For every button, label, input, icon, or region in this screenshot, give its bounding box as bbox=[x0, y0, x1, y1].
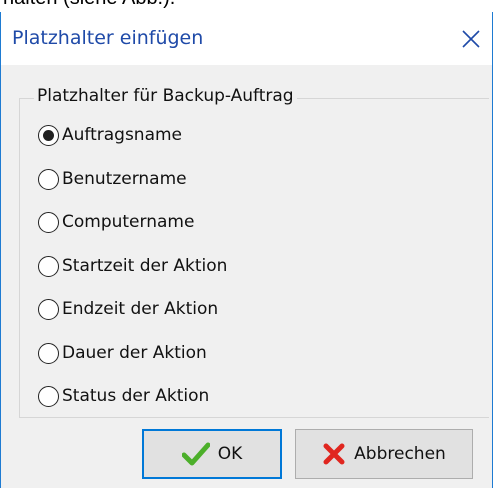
radio-label: Computername bbox=[62, 212, 195, 232]
radio-circle bbox=[38, 124, 59, 146]
radio-circle bbox=[38, 255, 59, 277]
radio-startzeit[interactable]: Startzeit der Aktion bbox=[38, 254, 227, 278]
insert-placeholder-dialog: Platzhalter einfügen Platzhalter für Bac… bbox=[0, 12, 493, 488]
group-label: Platzhalter für Backup-Auftrag bbox=[34, 86, 297, 106]
radio-label: Startzeit der Aktion bbox=[62, 256, 228, 276]
snippet-text: halten (siehe Abb.). bbox=[3, 0, 175, 10]
check-icon bbox=[181, 442, 210, 466]
radio-label: Benutzername bbox=[62, 169, 187, 189]
radio-circle bbox=[38, 298, 59, 320]
radio-circle bbox=[38, 211, 59, 233]
radio-circle bbox=[38, 342, 59, 364]
cancel-label: Abbrechen bbox=[354, 444, 446, 464]
radio-computername[interactable]: Computername bbox=[38, 210, 194, 234]
radio-label: Dauer der Aktion bbox=[62, 343, 207, 363]
radio-selected-dot bbox=[43, 129, 54, 141]
radio-endzeit[interactable]: Endzeit der Aktion bbox=[38, 297, 218, 321]
cancel-button[interactable]: Abbrechen bbox=[295, 429, 473, 479]
radio-label: Auftragsname bbox=[62, 125, 183, 145]
ok-button[interactable]: OK bbox=[142, 429, 282, 479]
radio-status[interactable]: Status der Aktion bbox=[38, 384, 209, 408]
radio-dauer[interactable]: Dauer der Aktion bbox=[38, 341, 207, 365]
title-bar: Platzhalter einfügen bbox=[1, 12, 492, 65]
close-button[interactable] bbox=[453, 21, 489, 57]
radio-label: Status der Aktion bbox=[62, 386, 210, 406]
close-icon bbox=[462, 30, 480, 48]
radio-benutzername[interactable]: Benutzername bbox=[38, 167, 187, 191]
radio-circle bbox=[38, 168, 59, 190]
red-x-icon bbox=[322, 442, 346, 466]
radio-auftragsname[interactable]: Auftragsname bbox=[38, 123, 182, 147]
radio-circle bbox=[38, 385, 59, 407]
background-text-snippet: halten (siehe Abb.). bbox=[0, 0, 493, 12]
radio-label: Endzeit der Aktion bbox=[62, 299, 219, 319]
ok-label: OK bbox=[217, 444, 243, 464]
dialog-title: Platzhalter einfügen bbox=[12, 27, 204, 49]
